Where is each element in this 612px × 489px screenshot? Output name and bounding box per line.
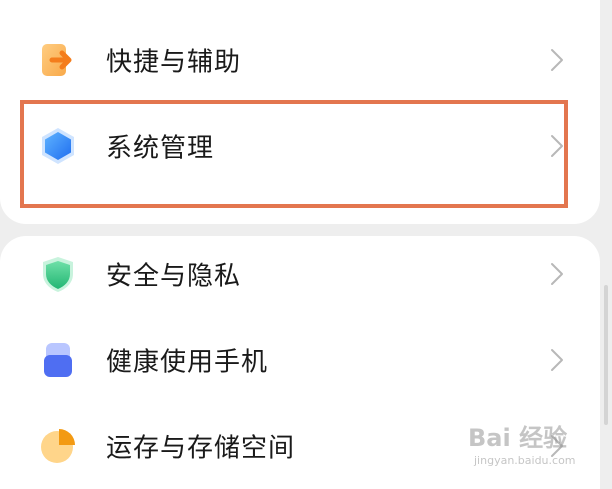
hexagon-system-icon	[38, 126, 78, 166]
settings-item-healthy-usage[interactable]: 健康使用手机	[0, 320, 600, 400]
chevron-right-icon	[548, 132, 566, 160]
settings-item-system-management[interactable]: 系统管理	[0, 106, 600, 186]
storage-pie-icon	[38, 426, 78, 466]
chevron-right-icon	[548, 260, 566, 288]
settings-group-bottom: 安全与隐私 健康使用手机 运存与存储空间	[0, 236, 600, 489]
settings-group-top: 快捷与辅助 系统管理	[0, 0, 600, 224]
settings-item-label: 健康使用手机	[106, 347, 269, 378]
chevron-right-icon	[548, 432, 566, 460]
settings-item-label: 运存与存储空间	[106, 433, 296, 464]
settings-item-label: 快捷与辅助	[106, 47, 242, 78]
scrollbar[interactable]	[604, 285, 608, 425]
settings-item-shortcuts[interactable]: 快捷与辅助	[0, 20, 600, 100]
chevron-right-icon	[548, 346, 566, 374]
shortcut-arrow-icon	[38, 40, 78, 80]
settings-item-label: 安全与隐私	[106, 261, 242, 292]
settings-item-memory-storage[interactable]: 运存与存储空间	[0, 406, 600, 486]
chevron-right-icon	[548, 46, 566, 74]
shield-icon	[38, 254, 78, 294]
health-usage-icon	[38, 340, 78, 380]
settings-item-security-privacy[interactable]: 安全与隐私	[0, 236, 600, 314]
settings-item-label: 系统管理	[106, 133, 215, 164]
